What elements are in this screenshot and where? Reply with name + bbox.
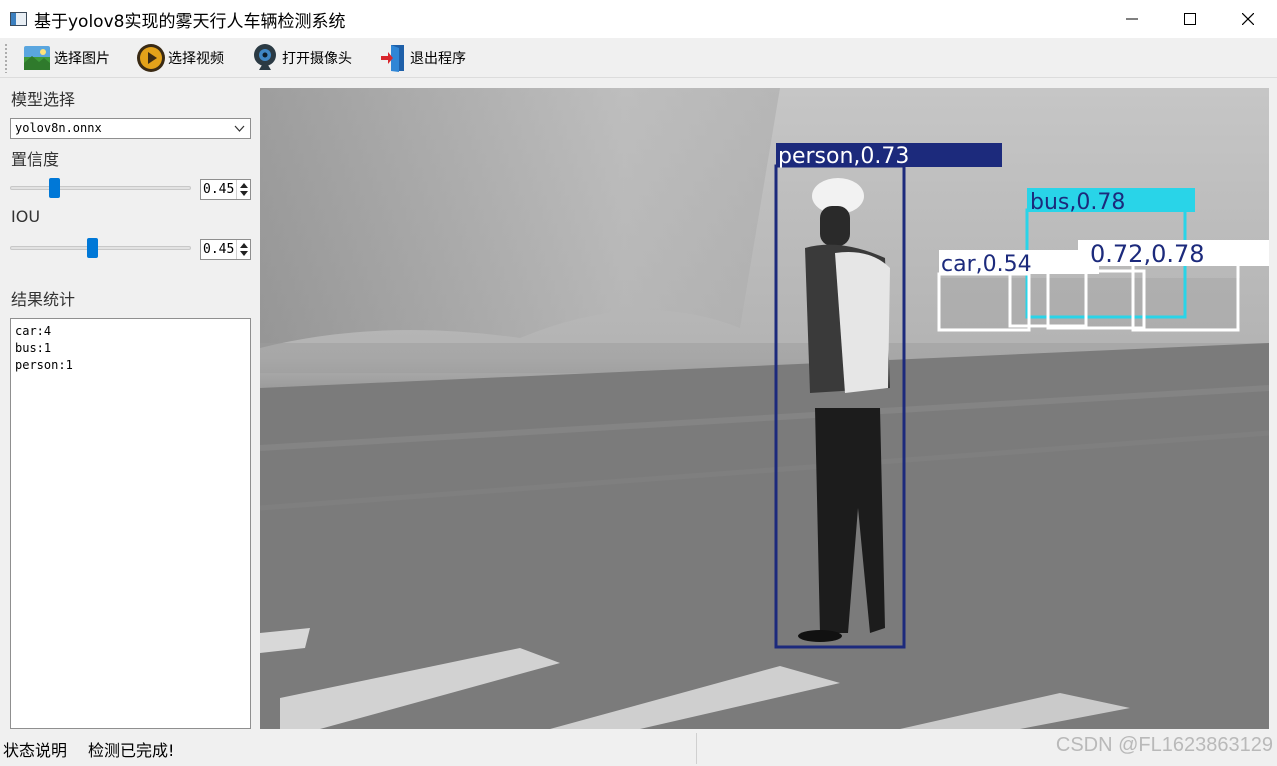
select-image-label: 选择图片 xyxy=(54,50,110,67)
confidence-slider[interactable] xyxy=(10,178,191,198)
exit-door-icon xyxy=(378,43,408,73)
result-line: person:1 xyxy=(15,358,73,372)
iou-spinbox[interactable]: 0.45 xyxy=(200,239,251,260)
exit-program-button[interactable]: 退出程序 xyxy=(372,41,472,75)
exit-program-label: 退出程序 xyxy=(410,50,466,67)
minimize-button[interactable] xyxy=(1103,0,1161,38)
foggy-street-image: person,0.73 bus,0.78 car,0.54 0.72,0.78 xyxy=(260,88,1269,729)
iou-spin-arrows[interactable] xyxy=(236,240,250,259)
status-label: 状态说明 xyxy=(3,740,68,760)
close-button[interactable] xyxy=(1219,0,1277,38)
confidence-spin-arrows[interactable] xyxy=(236,180,250,199)
watermark-text: CSDN @FL1623863129 xyxy=(1055,734,1273,756)
minimize-icon xyxy=(1126,18,1138,20)
spin-down-icon[interactable] xyxy=(240,251,248,256)
results-title: 结果统计 xyxy=(11,290,76,309)
maximize-button[interactable] xyxy=(1161,0,1219,38)
bus-detection-label: bus,0.78 xyxy=(1030,190,1125,215)
person-detection-label: person,0.73 xyxy=(778,144,909,169)
play-icon xyxy=(136,43,166,73)
car-detection-label-b: 0.72,0.78 xyxy=(1090,240,1205,268)
model-select-title: 模型选择 xyxy=(11,90,76,109)
status-divider xyxy=(696,733,697,764)
select-image-button[interactable]: 选择图片 xyxy=(16,41,116,75)
select-video-button[interactable]: 选择视频 xyxy=(130,41,230,75)
status-bar: 状态说明 检测已完成! CSDN @FL1623863129 xyxy=(0,731,1277,766)
open-camera-label: 打开摄像头 xyxy=(282,50,352,67)
confidence-title: 置信度 xyxy=(11,150,60,169)
iou-slider[interactable] xyxy=(10,238,191,258)
webcam-icon xyxy=(250,43,280,73)
title-bar: 基于yolov8实现的雾天行人车辆检测系统 xyxy=(0,0,1277,38)
iou-value: 0.45 xyxy=(203,242,235,257)
app-window: 基于yolov8实现的雾天行人车辆检测系统 选择图片 选择视频 打开摄像头 退出… xyxy=(0,0,1277,766)
result-line: car:4 xyxy=(15,324,52,338)
chevron-down-icon xyxy=(234,125,245,132)
select-video-label: 选择视频 xyxy=(168,50,224,67)
car-detection-label-a: car,0.54 xyxy=(941,252,1032,277)
model-select-combobox[interactable]: yolov8n.onnx xyxy=(10,118,251,139)
status-message: 检测已完成! xyxy=(88,740,175,760)
close-icon xyxy=(1242,13,1254,25)
spin-up-icon[interactable] xyxy=(240,183,248,188)
open-camera-button[interactable]: 打开摄像头 xyxy=(244,41,358,75)
iou-slider-track xyxy=(10,246,191,250)
confidence-value: 0.45 xyxy=(203,182,235,197)
window-title: 基于yolov8实现的雾天行人车辆检测系统 xyxy=(34,11,346,32)
model-select-value: yolov8n.onnx xyxy=(15,121,102,135)
confidence-slider-handle[interactable] xyxy=(49,178,60,198)
spin-up-icon[interactable] xyxy=(240,243,248,248)
iou-title: IOU xyxy=(11,207,41,226)
confidence-spinbox[interactable]: 0.45 xyxy=(200,179,251,200)
image-icon xyxy=(22,43,52,73)
app-icon xyxy=(10,12,27,26)
confidence-slider-track xyxy=(10,186,191,190)
detection-image-view: person,0.73 bus,0.78 car,0.54 0.72,0.78 xyxy=(260,88,1269,729)
toolbar-grip[interactable] xyxy=(4,42,8,73)
maximize-icon xyxy=(1184,13,1196,25)
result-line: bus:1 xyxy=(15,341,52,355)
spin-down-icon[interactable] xyxy=(240,191,248,196)
iou-slider-handle[interactable] xyxy=(87,238,98,258)
toolbar: 选择图片 选择视频 打开摄像头 退出程序 xyxy=(0,38,1277,78)
results-textbox[interactable]: car:4 bus:1 person:1 xyxy=(10,318,251,729)
window-controls xyxy=(1103,0,1277,38)
